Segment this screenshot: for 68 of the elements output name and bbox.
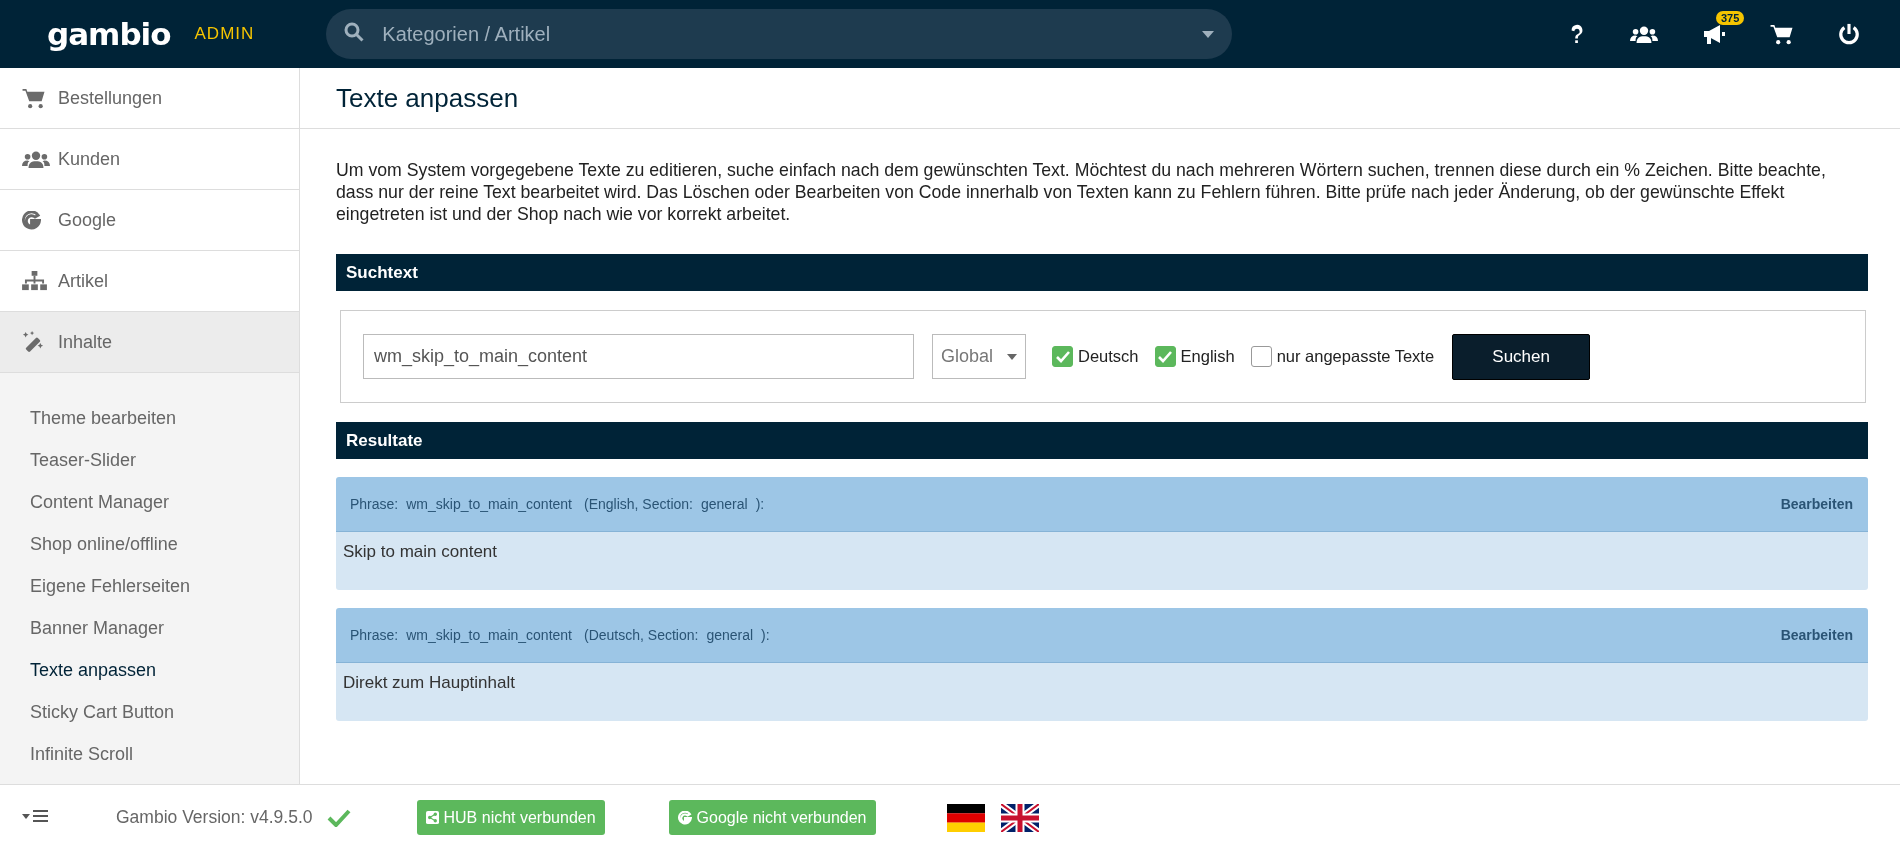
section-header: Resultate xyxy=(336,422,1868,459)
version-text: Gambio Version: v4.9.5.0 xyxy=(116,807,313,828)
users-icon xyxy=(22,149,50,169)
caret-icon xyxy=(1202,30,1215,38)
sidebar-item-label: Bestellungen xyxy=(58,87,163,109)
submenu-item[interactable]: Content Manager xyxy=(0,481,170,523)
cart-icon[interactable] xyxy=(1770,23,1794,45)
result-text: Skip to main content xyxy=(336,532,1868,590)
phrase-key: wm_skip_to_main_content xyxy=(406,627,572,643)
british-flag-icon[interactable] xyxy=(1000,803,1039,832)
checkbox-label: English xyxy=(1180,347,1235,366)
checkbox[interactable] xyxy=(1250,346,1272,367)
german-flag-icon[interactable] xyxy=(946,803,985,832)
submenu-item[interactable]: Banner Manager xyxy=(0,607,165,649)
submenu-item[interactable]: Infinite Scroll xyxy=(0,733,134,775)
edit-link[interactable]: Bearbeiten xyxy=(1780,496,1853,512)
submenu-item[interactable]: Sticky Cart Button xyxy=(0,691,175,733)
sidebar-item-label: Kunden xyxy=(58,148,121,170)
section-name: general xyxy=(706,627,754,643)
google-icon xyxy=(22,210,41,230)
admin-label: ADMIN xyxy=(194,24,255,44)
checkbox-label: nur angepasste Texte xyxy=(1276,347,1435,366)
checkbox[interactable] xyxy=(1154,346,1176,367)
closing-text: ): xyxy=(755,496,765,512)
checkbox-label: Deutsch xyxy=(1078,347,1139,366)
language-label: (English, Section: xyxy=(584,496,693,512)
submenu-item[interactable]: Theme bearbeiten xyxy=(0,397,177,439)
submenu-item[interactable]: Teaser-Slider xyxy=(0,439,137,481)
search-field[interactable]: Kategorien / Artikel xyxy=(326,9,1233,59)
power-icon[interactable] xyxy=(1838,23,1860,45)
section-name: general xyxy=(700,496,748,512)
caret-icon xyxy=(1007,353,1017,360)
sidebar-item[interactable]: Artikel xyxy=(0,251,299,312)
phrase-label: Phrase: xyxy=(350,627,399,643)
submenu-item[interactable]: Texte anpassen xyxy=(0,649,157,691)
edit-link[interactable]: Bearbeiten xyxy=(1780,627,1853,643)
share-icon xyxy=(425,811,439,824)
search-button[interactable]: Suchen xyxy=(1452,333,1591,380)
submenu-item[interactable]: Eigene Fehlerseiten xyxy=(0,565,191,607)
section-header: Suchtext xyxy=(336,254,1868,291)
search-input[interactable]: Kategorien / Artikel xyxy=(380,21,1203,47)
closing-text: ): xyxy=(761,627,770,643)
page-title: Texte anpassen xyxy=(336,82,519,114)
users-icon[interactable] xyxy=(1630,24,1658,44)
search-input[interactable]: wm_skip_to_main_content xyxy=(363,334,914,379)
phrase-label: Phrase: xyxy=(350,496,399,512)
sitemap-icon xyxy=(22,270,47,292)
megaphone-icon[interactable] xyxy=(1702,23,1726,45)
intro-text: Um vom System vorgegebene Texte zu editieren, suche einfach nach dem gewünschten Text. Möchtest du nach mehreren Wörtern suchen, trennen diese durch ein % Zeichen. Bitte beachte, dass nur der reine Text bearbeitet wird. Das Löschen oder Bearbeiten von Code innerhalb von Texten kann zu Fehlern führen. Bitte prüfe nach jeder Änderung, ob der gewünschte Effekt eingetreten ist und der Shop nach wie vor korrekt arbeitet. xyxy=(336,159,1827,225)
sidebar-item[interactable]: Kunden xyxy=(0,129,299,190)
google-icon xyxy=(677,810,692,825)
phrase-key: wm_skip_to_main_content xyxy=(406,496,572,512)
logo[interactable]: gambio xyxy=(47,16,171,52)
sidebar-item[interactable]: Bestellungen xyxy=(0,68,299,129)
checkmark-icon xyxy=(326,808,351,827)
sidebar-item[interactable]: Inhalte xyxy=(0,312,299,373)
language-label: (Deutsch, Section: xyxy=(584,627,699,643)
magic-wand-icon xyxy=(22,331,44,353)
checkbox[interactable] xyxy=(1052,346,1073,367)
sidebar-item-label: Artikel xyxy=(58,270,108,292)
notification-count: 375 xyxy=(1716,11,1745,25)
result-text: Direkt zum Hauptinhalt xyxy=(336,663,1868,721)
sidebar-item-label: Inhalte xyxy=(58,331,113,353)
sidebar-item-label: Google xyxy=(58,209,117,231)
cart-icon xyxy=(22,87,46,109)
submenu-item[interactable]: Shop online/offline xyxy=(0,523,178,565)
scope-dropdown[interactable]: Global xyxy=(932,334,1026,379)
sidebar-item[interactable]: Google xyxy=(0,190,299,251)
